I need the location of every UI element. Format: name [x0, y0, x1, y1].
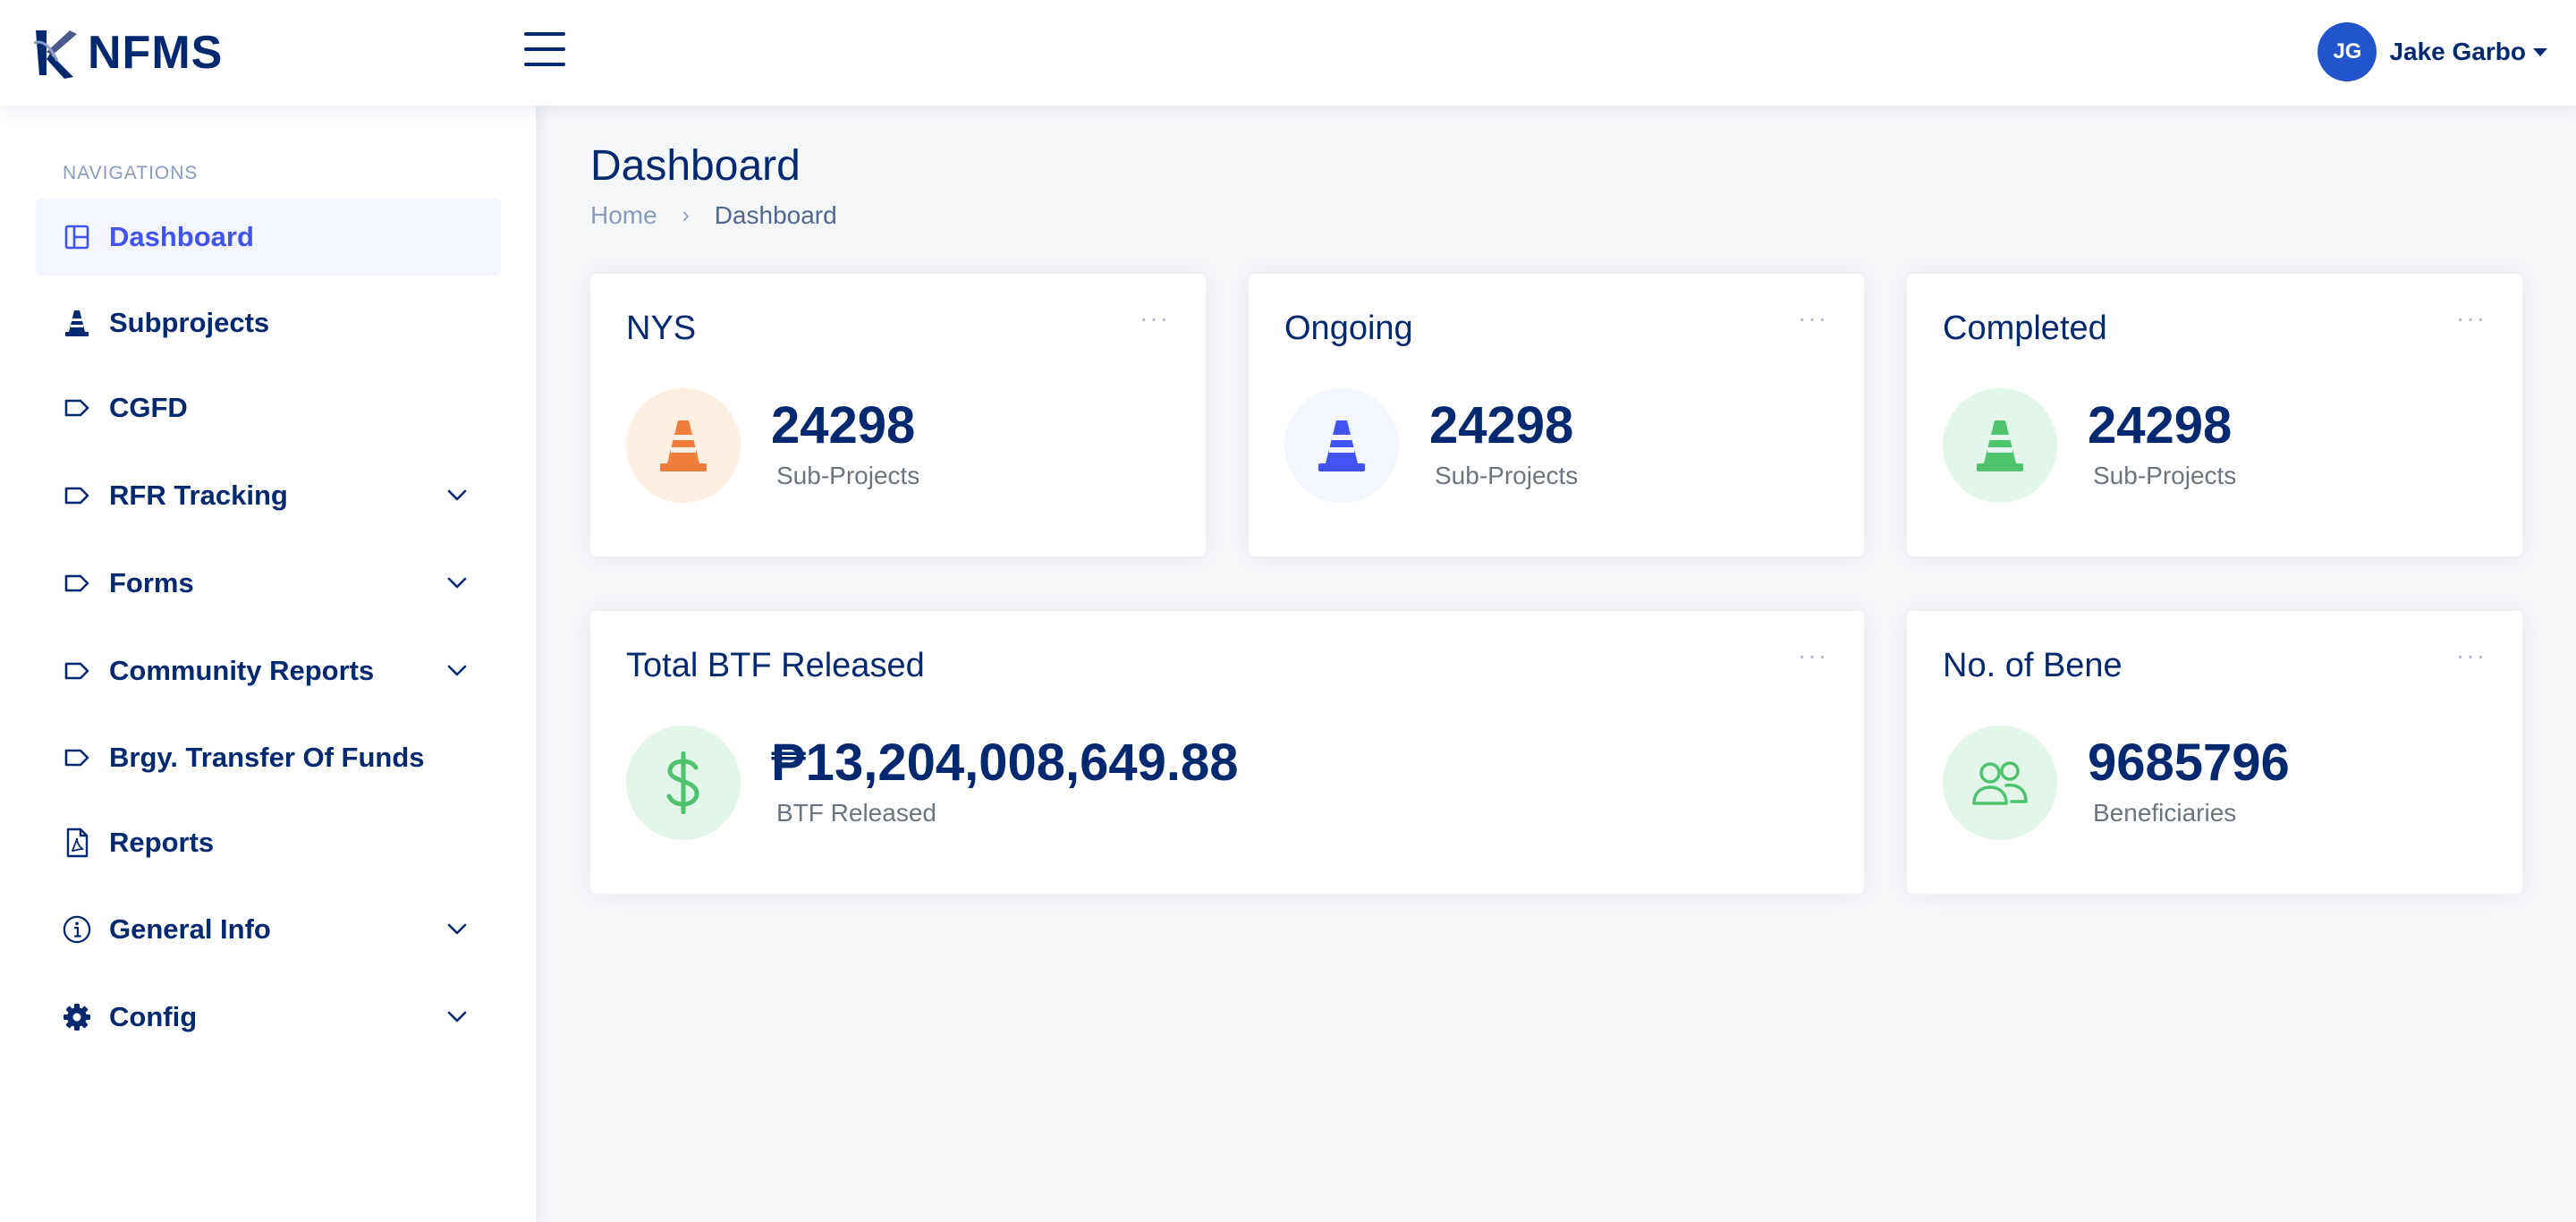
more-options-icon[interactable]: ···	[2456, 643, 2487, 668]
sidebar-item-label: Reports	[109, 827, 215, 858]
tag-icon	[63, 569, 91, 598]
user-name: Jake Garbo	[2389, 38, 2526, 65]
sidebar-toggle-button[interactable]	[524, 32, 569, 72]
nav-heading: NAVIGATIONS	[63, 163, 199, 183]
breadcrumb-home-link[interactable]: Home	[590, 201, 657, 230]
card-icon-circle	[1284, 388, 1399, 503]
sidebar: NAVIGATIONS Dashboard Subprojects CGFD R…	[0, 106, 537, 1222]
more-options-icon[interactable]: ···	[1798, 306, 1828, 331]
grid-icon	[63, 223, 91, 251]
sidebar-item-label: Subprojects	[109, 307, 270, 338]
tag-icon	[63, 394, 91, 422]
beneficiaries-count: 9685796	[2088, 734, 2290, 792]
card-icon-circle	[1943, 388, 2057, 503]
chevron-down-icon	[447, 923, 467, 935]
card-title: Total BTF Released	[626, 647, 925, 684]
sidebar-item-label: CGFD	[109, 392, 188, 423]
sidebar-item-label: Config	[109, 1001, 198, 1032]
page-title: Dashboard	[590, 142, 801, 190]
tag-icon	[63, 481, 91, 510]
chevron-down-icon	[447, 577, 467, 589]
top-header: NFMS JG Jake Garbo	[0, 0, 2576, 106]
app-name: NFMS	[88, 27, 224, 79]
sidebar-item-label: RFR Tracking	[109, 479, 288, 511]
btf-released-card: Total BTF Released ··· ₱13,204,008,649.8…	[590, 611, 1864, 894]
nys-count: 24298	[771, 396, 916, 454]
more-options-icon[interactable]: ···	[1140, 306, 1170, 331]
gear-icon	[63, 1003, 91, 1031]
sidebar-item-cgfd[interactable]: CGFD	[36, 369, 501, 446]
nys-card: NYS ··· 24298 Sub-Projects	[590, 274, 1206, 556]
ongoing-count: 24298	[1429, 396, 1574, 454]
people-icon	[1972, 761, 2028, 805]
chevron-right-icon: ›	[682, 203, 690, 227]
card-title: No. of Bene	[1943, 647, 2123, 684]
card-icon-circle	[626, 726, 741, 840]
card-subtitle: Sub-Projects	[2093, 462, 2237, 489]
cone-icon	[1977, 420, 2023, 471]
card-title: Completed	[1943, 310, 2107, 347]
card-subtitle: Sub-Projects	[776, 462, 920, 489]
sidebar-item-label: Community Reports	[109, 655, 375, 686]
sidebar-item-forms[interactable]: Forms	[36, 545, 501, 622]
more-options-icon[interactable]: ···	[2456, 306, 2487, 331]
pdf-file-icon	[63, 827, 91, 858]
beneficiaries-card: No. of Bene ··· 9685796 Beneficiaries	[1907, 611, 2522, 894]
sidebar-item-label: Brgy. Transfer Of Funds	[109, 742, 425, 773]
card-subtitle: Sub-Projects	[1435, 462, 1579, 489]
info-circle-icon	[63, 915, 91, 944]
chevron-down-icon	[447, 1011, 467, 1023]
ongoing-card: Ongoing ··· 24298 Sub-Projects	[1249, 274, 1864, 556]
user-profile-dropdown[interactable]: JG Jake Garbo	[2318, 21, 2547, 82]
chevron-down-icon	[447, 665, 467, 676]
sidebar-item-label: Forms	[109, 567, 194, 598]
completed-card: Completed ··· 24298 Sub-Projects	[1907, 274, 2522, 556]
sidebar-item-brgy-transfer-of-funds[interactable]: Brgy. Transfer Of Funds	[36, 719, 501, 796]
card-icon-circle	[1943, 726, 2057, 840]
sidebar-item-dashboard[interactable]: Dashboard	[36, 199, 501, 276]
sidebar-item-config[interactable]: Config	[36, 979, 501, 1056]
sidebar-item-label: Dashboard	[109, 221, 254, 252]
breadcrumb-current: Dashboard	[714, 201, 837, 229]
chevron-down-icon	[447, 489, 467, 501]
btf-released-amount: ₱13,204,008,649.88	[771, 734, 1239, 792]
card-title: Ongoing	[1284, 310, 1413, 347]
breadcrumb: Home › Dashboard	[590, 201, 837, 230]
card-subtitle: Beneficiaries	[2093, 799, 2237, 827]
sidebar-item-subprojects[interactable]: Subprojects	[36, 284, 501, 361]
tag-icon	[63, 743, 91, 772]
hamburger-icon	[524, 32, 565, 36]
dollar-icon	[666, 751, 699, 814]
completed-count: 24298	[2088, 396, 2233, 454]
sidebar-item-label: General Info	[109, 913, 271, 945]
cone-icon	[63, 309, 91, 337]
caret-down-icon	[2533, 47, 2547, 56]
page-title-section: Dashboard Home › Dashboard	[590, 141, 837, 230]
cone-icon	[660, 420, 707, 471]
tag-icon	[63, 657, 91, 685]
sidebar-item-community-reports[interactable]: Community Reports	[36, 632, 501, 709]
card-title: NYS	[626, 310, 697, 347]
app-logo[interactable]: NFMS	[30, 23, 223, 82]
avatar: JG	[2318, 22, 2377, 81]
sidebar-item-general-info[interactable]: General Info	[36, 891, 501, 968]
sidebar-item-rfr-tracking[interactable]: RFR Tracking	[36, 457, 501, 534]
card-subtitle: BTF Released	[776, 799, 936, 827]
sidebar-item-reports[interactable]: Reports	[36, 804, 501, 881]
card-icon-circle	[626, 388, 741, 503]
more-options-icon[interactable]: ···	[1798, 643, 1828, 668]
logo-icon	[33, 30, 77, 79]
cone-icon	[1318, 420, 1365, 471]
